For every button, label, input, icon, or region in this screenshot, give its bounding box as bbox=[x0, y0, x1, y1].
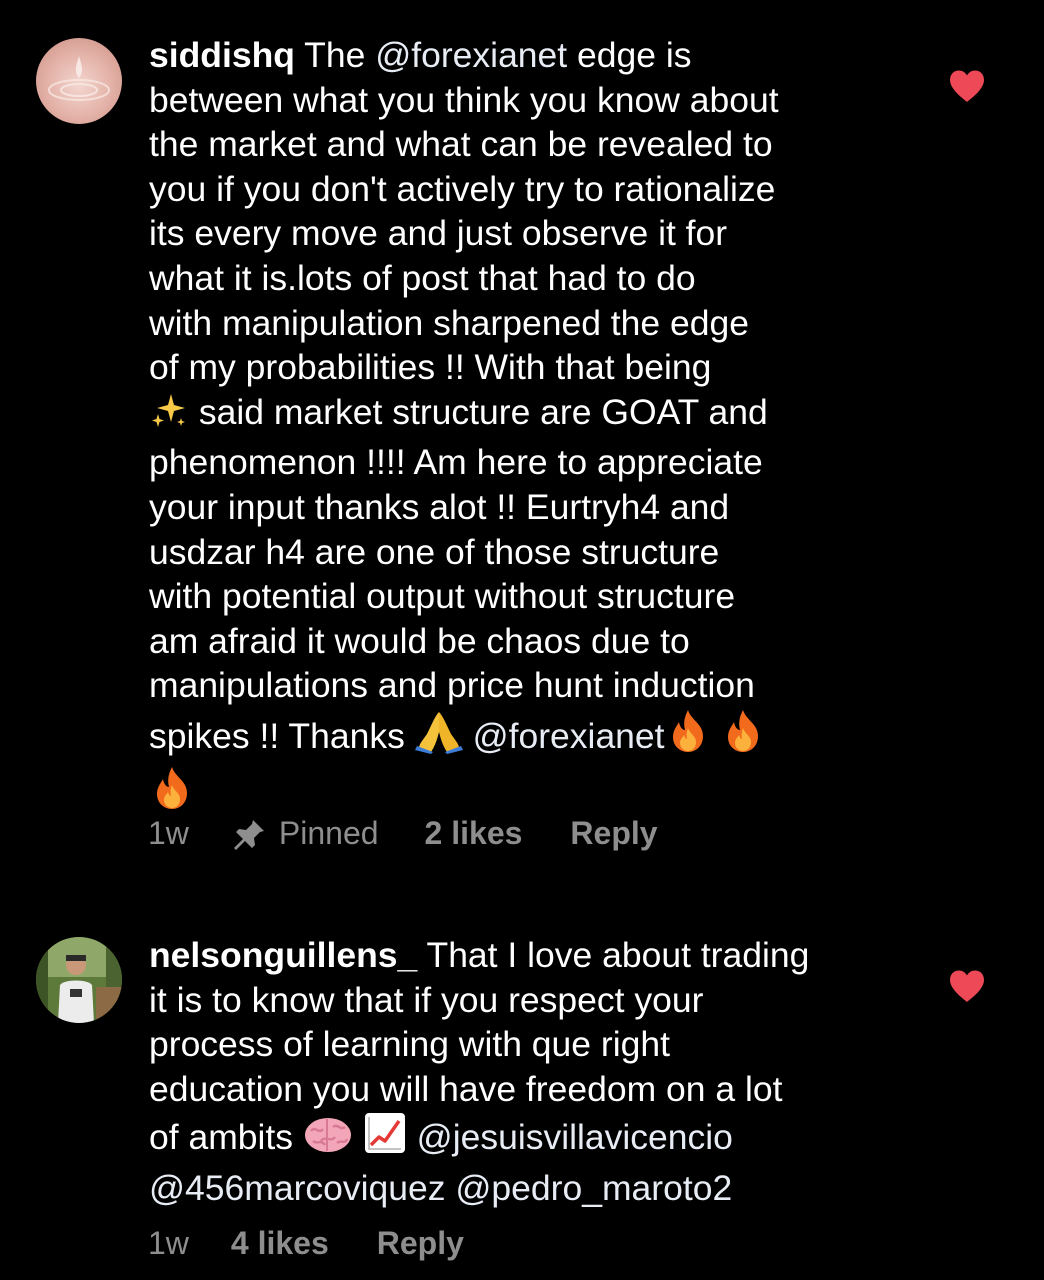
mention-link[interactable]: @forexianet bbox=[375, 35, 567, 75]
timestamp: 1w bbox=[148, 1224, 189, 1261]
chart-increasing-icon bbox=[363, 1111, 407, 1166]
mention-link[interactable]: @jesuisvillavicencio bbox=[417, 1117, 733, 1157]
reply-button[interactable]: Reply bbox=[570, 815, 657, 852]
timestamp: 1w bbox=[148, 814, 189, 851]
folded-hands-icon bbox=[414, 710, 463, 765]
likes-count-link[interactable]: 2 likes bbox=[425, 815, 523, 852]
comment-meta: 1w Pinned 2 likes Reply bbox=[148, 813, 658, 853]
mention-link[interactable]: @forexianet bbox=[473, 716, 665, 756]
mention-link[interactable]: @pedro_maroto2 bbox=[455, 1168, 732, 1208]
comment-text-segment: said market structure are GOAT and pheno… bbox=[149, 391, 768, 756]
comment-meta: 1w 4 likes Reply bbox=[148, 1223, 464, 1263]
comment-text: nelsonguillens_ That I love about tradin… bbox=[149, 933, 939, 1211]
avatar[interactable] bbox=[36, 38, 122, 124]
brain-icon bbox=[303, 1113, 353, 1166]
like-heart-icon[interactable] bbox=[948, 69, 986, 103]
avatar[interactable] bbox=[36, 937, 122, 1023]
reply-button[interactable]: Reply bbox=[377, 1225, 464, 1262]
comment-text-segment bbox=[407, 1117, 417, 1157]
pin-icon bbox=[231, 815, 267, 851]
username-link[interactable]: nelsonguillens_ bbox=[149, 935, 417, 975]
sparkles-icon bbox=[149, 390, 189, 441]
likes-count-link[interactable]: 4 likes bbox=[231, 1225, 329, 1262]
comment-text-segment: The bbox=[294, 35, 376, 75]
username-link[interactable]: siddishq bbox=[149, 35, 295, 75]
mention-link[interactable]: @456marcoviquez bbox=[149, 1168, 446, 1208]
water-drop-avatar-image bbox=[36, 38, 122, 124]
comment-text: siddishq The @forexianet edge is between… bbox=[149, 33, 939, 821]
comment-text-segment bbox=[463, 716, 473, 756]
person-photo-avatar-image bbox=[36, 937, 122, 1023]
pinned-indicator: Pinned bbox=[231, 815, 379, 852]
comment-text-segment: edge is between what you think you know … bbox=[149, 35, 779, 388]
fire-icon bbox=[720, 708, 766, 765]
pinned-label: Pinned bbox=[278, 814, 379, 851]
like-heart-icon[interactable] bbox=[948, 969, 986, 1003]
fire-icon bbox=[665, 708, 711, 765]
